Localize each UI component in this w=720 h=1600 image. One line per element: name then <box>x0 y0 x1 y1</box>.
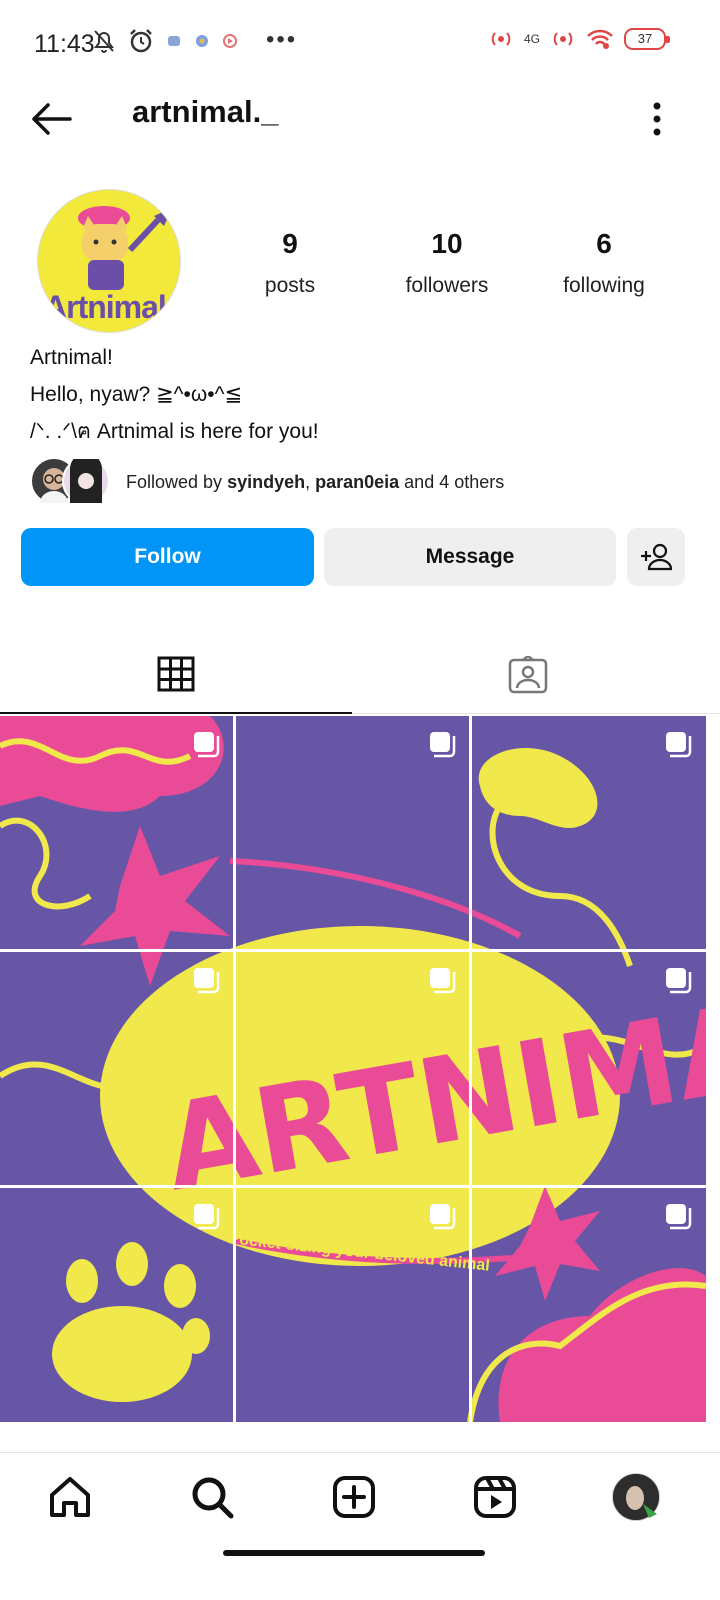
app-notification-icon <box>168 36 180 46</box>
posts-grid: ARTNIMAL Pocket-sizing your beloved anim… <box>0 716 706 1422</box>
carousel-icon <box>194 968 220 994</box>
avatar-brand-text: Artnimal <box>44 289 167 325</box>
followers-stat[interactable]: 10 followers <box>377 228 517 298</box>
profile-bio: Artnimal! Hello, nyaw? ≧^•ω•^≦ /ᐠ. .ᐟ\ฅ … <box>30 339 319 450</box>
grid-icon <box>157 656 195 692</box>
followers-label: followers <box>405 274 489 297</box>
more-notifications-icon: ••• <box>266 26 298 53</box>
grid-divider <box>469 716 472 1422</box>
grid-divider <box>0 949 706 952</box>
mutual-avatar-photo <box>70 453 102 503</box>
posts-label: posts <box>264 274 316 297</box>
post-tile[interactable] <box>472 1188 706 1422</box>
reels-icon[interactable] <box>471 1473 519 1521</box>
profile-username: artnimal._ <box>132 94 279 129</box>
own-avatar-photo <box>613 1474 659 1520</box>
post-tile[interactable] <box>0 716 234 950</box>
profile-tabs <box>0 636 720 714</box>
message-button[interactable]: Message <box>324 528 616 586</box>
followed-by-separator: , <box>305 472 316 492</box>
followed-by-text: Followed by syindyeh, paran0eia and 4 ot… <box>126 472 504 493</box>
followed-by-suffix: and 4 others <box>399 472 505 492</box>
followers-count: 10 <box>431 228 463 259</box>
signal-icon <box>553 32 573 46</box>
bio-name: Artnimal! <box>30 346 113 369</box>
post-tile[interactable] <box>0 1188 234 1422</box>
post-tile[interactable] <box>236 952 470 1186</box>
profile-header: artnimal._ <box>0 86 720 152</box>
bio-line: Hello, nyaw? ≧^•ω•^≦ <box>30 383 243 406</box>
create-post-icon[interactable] <box>330 1473 378 1521</box>
carousel-icon <box>430 1204 456 1230</box>
home-indicator[interactable] <box>223 1550 485 1556</box>
tab-tagged[interactable] <box>352 636 704 714</box>
tagged-person-icon <box>508 656 548 694</box>
profile-avatar-tab[interactable] <box>612 1473 660 1521</box>
status-time: 11:43 <box>34 30 95 58</box>
mutual-avatar <box>62 453 110 505</box>
followed-by-row[interactable]: Followed by syindyeh, paran0eia and 4 ot… <box>30 453 710 507</box>
posts-count: 9 <box>282 228 298 259</box>
post-tile[interactable] <box>0 952 234 1186</box>
post-tile[interactable] <box>472 716 706 950</box>
post-tile[interactable] <box>236 716 470 950</box>
add-person-icon <box>641 543 672 571</box>
carousel-icon <box>666 1204 692 1230</box>
status-bar: 11:43 ••• 4G 37 <box>0 0 720 84</box>
following-count: 6 <box>596 228 612 259</box>
hotspot-icon <box>491 32 511 46</box>
alarm-icon <box>130 29 152 53</box>
mutual-username[interactable]: syindyeh <box>227 472 305 492</box>
grid-divider <box>233 716 236 1422</box>
post-tile[interactable] <box>472 952 706 1186</box>
notifications-off-icon <box>94 30 114 53</box>
app-notification-icon <box>196 35 208 47</box>
carousel-icon <box>430 732 456 758</box>
back-arrow-icon[interactable] <box>30 102 72 136</box>
tab-posts-grid[interactable] <box>0 636 352 714</box>
search-icon[interactable] <box>188 1473 236 1521</box>
mutual-username[interactable]: paran0eia <box>315 472 399 492</box>
follow-button[interactable]: Follow <box>21 528 314 586</box>
more-options-icon[interactable] <box>650 102 664 136</box>
carousel-icon <box>194 732 220 758</box>
suggested-users-button[interactable] <box>627 528 685 586</box>
network-type-label: 4G <box>523 32 540 46</box>
followed-by-prefix: Followed by <box>126 472 228 492</box>
app-notification-icon <box>223 34 237 48</box>
bio-line: /ᐠ. .ᐟ\ฅ Artnimal is here for you! <box>30 420 319 443</box>
carousel-icon <box>430 968 456 994</box>
battery-icon: 37 <box>624 28 670 50</box>
following-stat[interactable]: 6 following <box>534 228 674 298</box>
posts-stat: 9 posts <box>220 228 360 298</box>
following-label: following <box>563 274 645 297</box>
profile-avatar[interactable]: Artnimal <box>37 189 181 333</box>
wifi-icon <box>587 29 613 49</box>
home-icon[interactable] <box>46 1473 94 1521</box>
bottom-navigation <box>0 1452 720 1548</box>
carousel-icon <box>666 732 692 758</box>
post-tile[interactable] <box>236 1188 470 1422</box>
carousel-icon <box>194 1204 220 1230</box>
carousel-icon <box>666 968 692 994</box>
grid-divider <box>0 1185 706 1188</box>
